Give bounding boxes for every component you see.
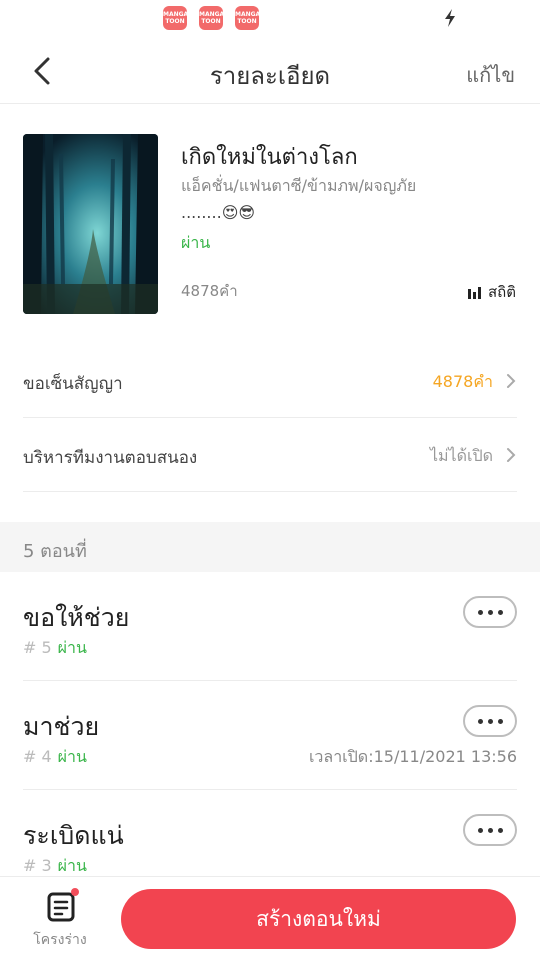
chapter-item[interactable]: มาช่วย # 4 ผ่าน เวลาเปิด:15/11/2021 13:56 bbox=[23, 681, 517, 790]
chapter-number: # 4 bbox=[23, 747, 52, 766]
lightning-bolt-icon bbox=[445, 9, 455, 27]
chapter-title: ขอให้ช่วย bbox=[23, 603, 130, 632]
chapter-title: ระเบิดแน่ bbox=[23, 821, 124, 850]
chapter-count: 5 ตอนที่ bbox=[23, 541, 87, 562]
chapter-number: # 3 bbox=[23, 856, 52, 875]
chapters-section-header: 5 ตอนที่ bbox=[0, 522, 540, 572]
book-title: เกิดใหม่ในต่างโลก bbox=[181, 145, 358, 170]
draft-button[interactable]: โครงร่าง bbox=[22, 887, 98, 951]
top-nav-bar: รายละเอียด แก้ไข bbox=[0, 38, 540, 104]
contract-request-row[interactable]: ขอเซ็นสัญญา 4878คำ bbox=[23, 344, 517, 418]
chapter-publish-time: เวลาเปิด:15/11/2021 13:56 bbox=[308, 747, 517, 766]
chevron-right-icon bbox=[507, 448, 516, 462]
book-status-badge: ผ่าน bbox=[181, 233, 211, 252]
chapter-number: # 5 bbox=[23, 638, 52, 657]
notification-dot bbox=[71, 888, 79, 896]
chapter-status: ผ่าน bbox=[57, 638, 87, 657]
book-genres: แอ็คชั่น/แฟนตาซี/ข้ามภพ/ผจญภัย bbox=[181, 176, 417, 195]
contract-word-count: 4878คำ bbox=[432, 372, 493, 391]
mangatoon-app-icon: MANGA TOON bbox=[199, 6, 224, 30]
book-word-count: 4878คำ bbox=[181, 282, 238, 300]
status-bar: MANGA TOON MANGA TOON MANGA TOON bbox=[0, 0, 540, 38]
team-management-value: ไม่ได้เปิด bbox=[429, 446, 493, 465]
chapter-item[interactable]: ขอให้ช่วย # 5 ผ่าน bbox=[23, 572, 517, 681]
chapter-more-button[interactable] bbox=[463, 814, 517, 846]
more-dots-icon bbox=[477, 609, 483, 615]
bar-chart-icon bbox=[468, 286, 482, 299]
team-management-label: บริหารทีมงานตอบสนอง bbox=[23, 448, 198, 468]
chapter-status: ผ่าน bbox=[57, 747, 87, 766]
mangatoon-app-icon: MANGA TOON bbox=[235, 6, 260, 30]
stats-label: สถิติ bbox=[488, 283, 516, 301]
more-dots-icon bbox=[477, 718, 483, 724]
chapter-title: มาช่วย bbox=[23, 712, 100, 741]
chapter-meta: # 5 ผ่าน bbox=[23, 636, 87, 661]
edit-button[interactable]: แก้ไข bbox=[466, 59, 515, 91]
document-icon bbox=[47, 892, 75, 922]
chapter-more-button[interactable] bbox=[463, 705, 517, 737]
page-title: รายละเอียด bbox=[209, 62, 331, 90]
team-management-row[interactable]: บริหารทีมงานตอบสนอง ไม่ได้เปิด bbox=[23, 418, 517, 492]
chapter-more-button[interactable] bbox=[463, 596, 517, 628]
book-description: ........😍😎 bbox=[181, 203, 256, 222]
mangatoon-app-icon: MANGA TOON bbox=[163, 6, 188, 30]
contract-request-label: ขอเซ็นสัญญา bbox=[23, 374, 123, 394]
draft-label: โครงร่าง bbox=[33, 932, 87, 948]
chapter-status: ผ่าน bbox=[57, 856, 87, 875]
more-dots-icon bbox=[477, 827, 483, 833]
stats-button[interactable]: สถิติ bbox=[467, 280, 516, 304]
book-cover-image[interactable] bbox=[23, 134, 158, 314]
chapter-meta: # 4 ผ่าน bbox=[23, 745, 87, 770]
chevron-right-icon bbox=[507, 374, 516, 388]
create-new-chapter-button[interactable]: สร้างตอนใหม่ bbox=[121, 889, 516, 949]
bottom-action-bar: โครงร่าง สร้างตอนใหม่ bbox=[0, 876, 540, 960]
